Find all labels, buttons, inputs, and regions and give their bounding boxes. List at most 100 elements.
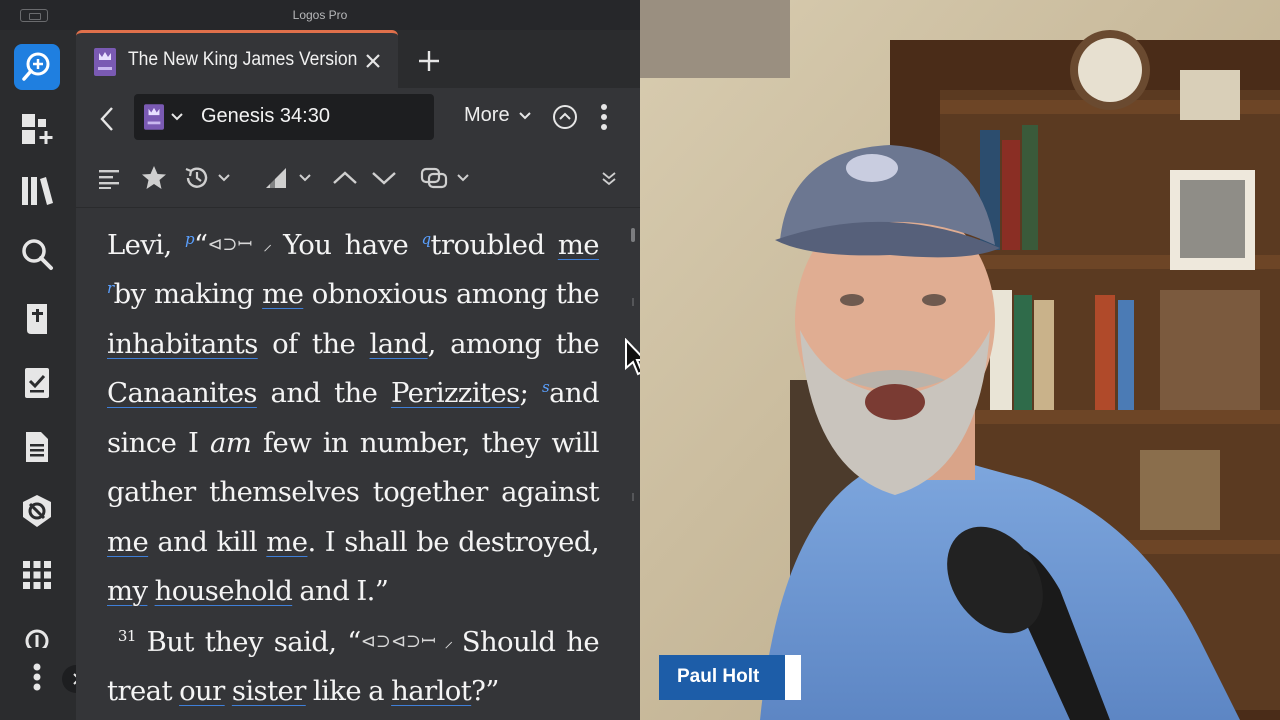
dashboard-add-icon xyxy=(22,114,53,144)
nameplate-accent-bar xyxy=(785,655,801,700)
passage-segment: “ xyxy=(193,228,208,261)
table-of-contents-button[interactable] xyxy=(98,164,120,192)
passage-segment: of the xyxy=(257,327,370,360)
chevron-down-icon xyxy=(218,174,230,182)
linked-word[interactable]: land xyxy=(370,328,429,360)
add-tab-icon[interactable] xyxy=(416,48,442,74)
passage-segment: and I.” xyxy=(292,575,389,607)
linked-word[interactable]: household xyxy=(155,575,293,607)
nkjv-book-icon xyxy=(94,48,116,76)
previous-button[interactable] xyxy=(332,164,358,192)
bible-guide-button[interactable] xyxy=(14,296,60,342)
chevron-down-icon[interactable] xyxy=(170,110,184,124)
resource-panel: The New King James Version Genesis 34:30… xyxy=(76,30,640,720)
history-button[interactable] xyxy=(183,164,231,192)
highlighter-icon xyxy=(266,168,286,188)
documents-button[interactable] xyxy=(14,424,60,470)
panel-menu-icon[interactable] xyxy=(595,102,613,132)
dashboard-button[interactable] xyxy=(14,106,60,152)
nkjv-book-icon[interactable] xyxy=(144,104,164,130)
tab-strip: The New King James Version xyxy=(76,30,640,88)
passage-segment: Levi, xyxy=(107,228,185,261)
close-icon[interactable] xyxy=(363,51,383,71)
linked-word[interactable]: harlot xyxy=(391,675,472,707)
linked-word[interactable]: me xyxy=(107,526,149,558)
search-resources-button[interactable] xyxy=(14,44,60,90)
more-menu-button[interactable]: More xyxy=(464,104,532,127)
hebrew-clause-symbol: ⊲⊃⊲⊃ꟷ ⸝ xyxy=(360,630,462,652)
linked-word[interactable]: me xyxy=(266,526,308,558)
linked-word[interactable]: me xyxy=(262,278,304,310)
add-circle-icon xyxy=(25,629,49,648)
more-label: More xyxy=(464,104,510,126)
partial-rail-button[interactable] xyxy=(14,618,60,648)
app-title: Logos Pro xyxy=(292,8,348,22)
footnote-marker[interactable]: r xyxy=(107,279,114,297)
reference-input[interactable]: Genesis 34:30 xyxy=(201,105,330,128)
library-books-icon xyxy=(22,177,53,205)
expand-toolbar-button[interactable] xyxy=(600,164,618,192)
more-vertical-icon[interactable] xyxy=(20,660,54,694)
passage-segment: , among the xyxy=(427,327,600,360)
passage-segment: ?” xyxy=(471,675,499,707)
linked-word[interactable]: Canaanites xyxy=(107,377,257,409)
back-arrow-icon[interactable] xyxy=(94,104,120,134)
reading-plan-button[interactable] xyxy=(14,360,60,406)
linked-word[interactable]: our xyxy=(179,675,225,707)
linked-word[interactable]: inhabitants xyxy=(107,328,258,360)
logos-window: Logos Pro The New King James Version Gen… xyxy=(0,0,640,720)
star-icon xyxy=(142,166,166,189)
grid-apps-icon xyxy=(23,561,51,589)
passage-segment: by making xyxy=(113,278,263,310)
chevron-down-icon xyxy=(457,174,469,182)
scrollbar-marker xyxy=(632,493,634,501)
presenter-name: Paul Holt xyxy=(659,655,785,700)
presenter-video-image xyxy=(640,0,1280,720)
document-icon xyxy=(26,432,48,462)
favorites-button[interactable] xyxy=(141,164,167,192)
cut-off-line: ‎​ xyxy=(107,208,599,220)
chevron-up-icon xyxy=(333,171,357,184)
search-button[interactable] xyxy=(14,232,60,278)
presenter-nameplate: Paul Holt xyxy=(659,655,801,700)
tools-button[interactable] xyxy=(14,552,60,598)
linked-word[interactable]: Perizzites xyxy=(391,377,520,409)
factbook-button[interactable] xyxy=(14,488,60,534)
passage-segment xyxy=(147,575,154,607)
footnote-marker[interactable]: s xyxy=(542,378,550,396)
passage-segment xyxy=(225,675,232,707)
search-icon xyxy=(22,239,53,270)
reference-box[interactable]: Genesis 34:30 xyxy=(134,94,434,140)
passage-segment: . I shall be destroyed, xyxy=(307,525,600,558)
linked-resources-icon xyxy=(420,167,448,189)
bible-text-view[interactable]: ‎​ Levi, p“⊲⊃ꟷ ⸝ You have qtroubled me r… xyxy=(76,208,640,720)
resource-toolbar xyxy=(76,148,640,208)
chevron-down-icon xyxy=(518,111,531,119)
passage-segment: obnoxious among the xyxy=(303,278,600,310)
toc-lines-icon xyxy=(99,170,119,189)
linked-word[interactable]: sister xyxy=(232,675,307,707)
passage-segment: troubled xyxy=(430,228,558,261)
visual-filters-button[interactable] xyxy=(264,164,312,192)
linked-word[interactable]: me xyxy=(558,229,600,261)
double-chevron-down-icon xyxy=(602,172,616,186)
shield-icon xyxy=(23,495,51,527)
footnote-marker[interactable]: q xyxy=(422,230,432,248)
verse-number[interactable]: 31 xyxy=(118,627,136,645)
scrollbar-marker xyxy=(632,298,634,306)
passage-text[interactable]: ‎​ Levi, p“⊲⊃ꟷ ⸝ You have qtroubled me r… xyxy=(107,208,600,717)
tab-title: The New King James Version xyxy=(128,49,358,70)
linked-word[interactable]: my xyxy=(107,575,148,607)
footnote-marker[interactable]: p xyxy=(185,230,195,248)
italic-word: am xyxy=(209,426,252,459)
next-button[interactable] xyxy=(371,164,397,192)
tab-nkjv[interactable]: The New King James Version xyxy=(76,30,398,88)
passage-segment: like a xyxy=(305,675,392,707)
passage-segment: and the xyxy=(256,377,391,409)
library-button[interactable] xyxy=(14,168,60,214)
scrollbar-thumb[interactable] xyxy=(631,228,635,242)
passage-segment: and kill xyxy=(148,525,267,558)
passage-segment: ; xyxy=(519,377,542,409)
collapse-up-icon[interactable] xyxy=(552,104,578,130)
parallel-resources-button[interactable] xyxy=(420,164,470,192)
